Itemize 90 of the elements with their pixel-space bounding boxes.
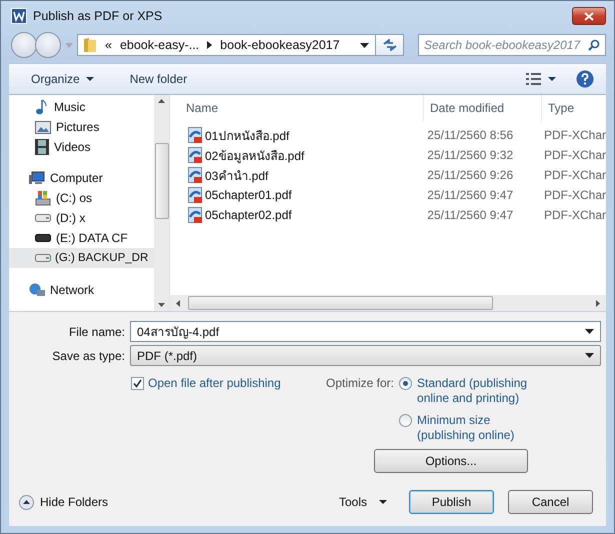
pdf-file-icon: [188, 127, 202, 143]
computer-icon: [29, 170, 45, 186]
music-note-icon: [35, 99, 49, 115]
file-name[interactable]: 05chapter01.pdf: [205, 188, 292, 202]
navigation-item[interactable]: (C:) os: [9, 188, 154, 208]
radio-button[interactable]: [399, 377, 412, 390]
file-name[interactable]: 03คำนำ.pdf: [205, 166, 268, 184]
drive-icon: [35, 214, 51, 222]
table-cell-text: PDF-XChar: [542, 148, 606, 162]
dropdown-caret-icon[interactable]: [548, 77, 556, 81]
overflow-chevron[interactable]: «: [105, 38, 112, 52]
chevron-right-icon: [207, 41, 212, 49]
navigation-item[interactable]: (D:) x: [9, 208, 154, 228]
table-cell-text: PDF-XChar: [542, 168, 606, 182]
file-name[interactable]: 02ข้อมูลหนังสือ.pdf: [205, 146, 304, 164]
table-cell-text: 25/11/2560 9:26: [426, 168, 514, 182]
caret-icon: [379, 500, 387, 504]
field-label: Save as type:: [51, 348, 126, 362]
checkbox[interactable]: [131, 377, 144, 390]
column-header[interactable]: Type: [542, 95, 606, 121]
radio-label[interactable]: Minimum size (publishing online): [417, 413, 548, 443]
drive-icon: [35, 234, 51, 242]
table-cell-text: PDF-XChar: [542, 128, 606, 142]
view-list-icon[interactable]: [526, 73, 542, 85]
new-folder-button[interactable]: New folder: [122, 72, 196, 86]
table-cell-text: 25/11/2560 9:47: [426, 208, 514, 222]
back-button[interactable]: [11, 32, 37, 58]
search-icon: [588, 39, 600, 51]
breadcrumb[interactable]: book-ebookeasy2017: [220, 38, 340, 52]
table-cell-text: PDF-XChar: [542, 208, 606, 222]
navigation-item[interactable]: Computer: [9, 168, 154, 188]
collapse-up-icon: [19, 494, 34, 510]
navigation-item[interactable]: Pictures: [9, 117, 154, 137]
publish-button[interactable]: Publish: [409, 490, 494, 514]
dropdown-caret-icon[interactable]: [585, 329, 594, 334]
film-strip-icon: [35, 139, 49, 155]
address-bar[interactable]: « ebook-easy-... book-ebookeasy2017: [77, 34, 376, 56]
window-title: Publish as PDF or XPS: [33, 9, 162, 23]
optimize-label: Optimize for:: [326, 376, 394, 392]
dropdown-caret-icon[interactable]: [360, 42, 369, 48]
save-type-dropdown[interactable]: PDF (*.pdf): [130, 345, 601, 366]
radio-button[interactable]: [399, 414, 412, 427]
navigation-item[interactable]: Music: [9, 97, 154, 117]
table-cell-text: 25/11/2560 9:32: [426, 148, 514, 162]
refresh-button[interactable]: [376, 34, 404, 56]
forward-button[interactable]: [35, 32, 61, 58]
scroll-up-icon[interactable]: [158, 99, 165, 103]
close-button[interactable]: [572, 7, 606, 25]
file-name[interactable]: 05chapter02.pdf: [205, 208, 292, 222]
navigation-item[interactable]: (G:) BACKUP_DR: [9, 248, 154, 268]
navigation-item[interactable]: Videos: [9, 137, 154, 157]
scroll-left-icon[interactable]: [176, 300, 180, 306]
options-button[interactable]: Options...: [374, 449, 528, 473]
table-cell-text: PDF-XChar: [542, 188, 606, 202]
column-header[interactable]: Date modified: [424, 95, 542, 121]
close-icon: [584, 12, 594, 20]
pdf-file-icon: [188, 207, 202, 223]
pdf-file-icon: [188, 147, 202, 163]
tools-menu[interactable]: Tools: [332, 494, 393, 510]
vertical-scrollbar[interactable]: [154, 95, 169, 311]
horizontal-scrollbar[interactable]: [170, 295, 606, 311]
caret-icon: [86, 77, 94, 81]
file-name[interactable]: 01ปกหนังสือ.pdf: [205, 126, 290, 144]
folder-icon: [83, 37, 97, 53]
table-cell-text: 25/11/2560 9:47: [426, 188, 514, 202]
hide-folders-button[interactable]: Hide Folders: [19, 494, 108, 510]
cancel-button[interactable]: Cancel: [508, 490, 593, 514]
dropdown-caret-icon: [585, 353, 594, 358]
picture-frame-icon: [35, 120, 51, 134]
field-label: File name:: [68, 324, 126, 338]
scroll-right-icon[interactable]: [596, 300, 600, 306]
navigation-item[interactable]: Network: [9, 280, 154, 300]
pdf-file-icon: [188, 167, 202, 183]
scroll-down-icon[interactable]: [158, 303, 165, 307]
drive-icon: [35, 254, 51, 262]
help-icon[interactable]: [576, 70, 594, 88]
navigation-item[interactable]: (E:) DATA CF: [9, 228, 154, 248]
checkbox-label[interactable]: Open file after publishing: [148, 376, 281, 390]
table-cell-text: 25/11/2560 8:56: [426, 128, 514, 142]
pdf-file-icon: [188, 187, 202, 203]
column-header[interactable]: Name: [170, 95, 424, 121]
organize-menu[interactable]: Organize: [23, 72, 102, 86]
system-drive-icon: [35, 190, 51, 206]
refresh-icon: [382, 39, 396, 51]
document-app-icon: [11, 8, 27, 24]
radio-label[interactable]: Standard (publishing online and printing): [417, 376, 548, 406]
file-name-field[interactable]: 04สารบัญ-4.pdf: [130, 321, 601, 342]
search-field[interactable]: Search book-ebookeasy2017: [418, 34, 606, 56]
network-icon: [29, 283, 45, 297]
breadcrumb[interactable]: ebook-easy-...: [120, 38, 200, 52]
